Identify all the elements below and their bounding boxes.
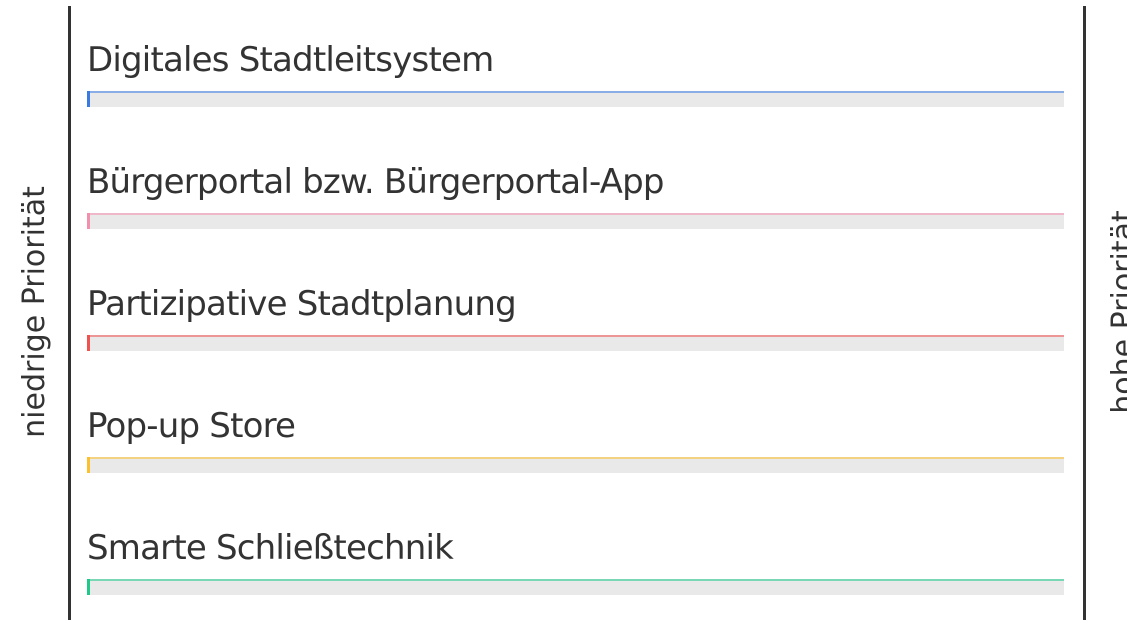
bar-label: Digitales Stadtleitsystem	[87, 40, 494, 80]
bar-fill	[87, 457, 90, 473]
low-priority-label: niedrige Priorität	[17, 186, 52, 438]
bar-label: Smarte Schließtechnik	[87, 528, 454, 568]
bar-track	[87, 579, 1064, 595]
bar-fill	[87, 91, 90, 107]
bar-fill	[87, 335, 90, 351]
bar-track	[87, 457, 1064, 473]
bar-label: Partizipative Stadtplanung	[87, 284, 517, 324]
bar-track	[87, 91, 1064, 107]
right-axis-line	[1083, 6, 1086, 620]
bar-track-top-line	[87, 335, 1064, 337]
bar-row: Bürgerportal bzw. Bürgerportal-App	[87, 162, 1064, 229]
bar-row: Partizipative Stadtplanung	[87, 284, 1064, 351]
bar-track-top-line	[87, 213, 1064, 215]
bar-track	[87, 335, 1064, 351]
bar-row: Pop-up Store	[87, 406, 1064, 473]
bar-label: Bürgerportal bzw. Bürgerportal-App	[87, 162, 665, 202]
bar-row: Smarte Schließtechnik	[87, 528, 1064, 595]
bar-track-top-line	[87, 457, 1064, 459]
bar-fill	[87, 213, 90, 229]
left-axis-line	[68, 6, 71, 620]
bar-label: Pop-up Store	[87, 406, 296, 446]
bar-row: Digitales Stadtleitsystem	[87, 40, 1064, 107]
bar-track-top-line	[87, 579, 1064, 581]
high-priority-label: hohe Priorität	[1106, 210, 1127, 414]
bar-track	[87, 213, 1064, 229]
bar-fill	[87, 579, 90, 595]
bar-track-top-line	[87, 91, 1064, 93]
